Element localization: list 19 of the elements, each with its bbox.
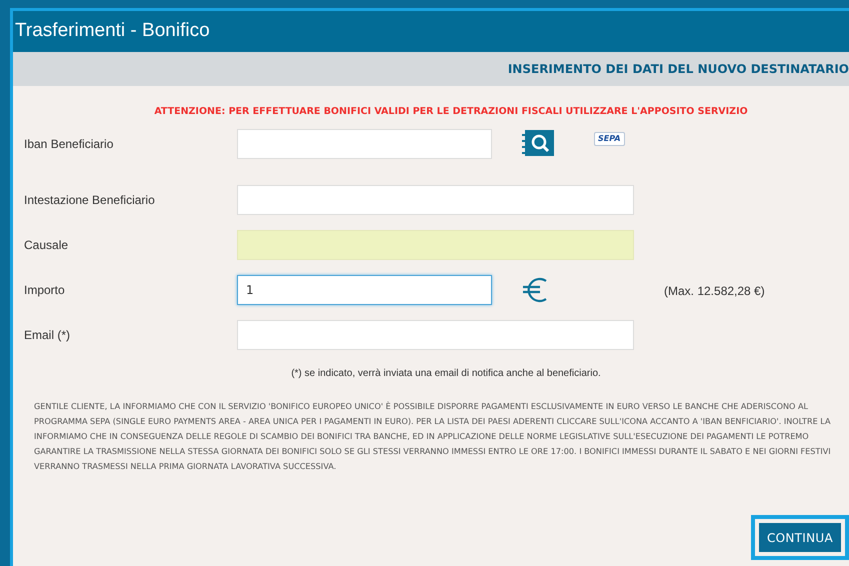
max-amount-note: (Max. 12.582,28 €) bbox=[664, 283, 765, 300]
field-label: Causale bbox=[24, 237, 70, 254]
field-label: Intestazione Beneficiario bbox=[24, 192, 156, 210]
input-field[interactable] bbox=[237, 320, 634, 350]
field-label: Email (*) bbox=[24, 327, 72, 344]
sepa-logo: SEPA bbox=[594, 132, 625, 146]
search-icon[interactable] bbox=[522, 130, 554, 156]
input-field[interactable] bbox=[237, 185, 634, 216]
window-title: Trasferimenti - Bonifico bbox=[15, 19, 210, 44]
warning-text: ATTENZIONE: PER EFFETTUARE BONIFICI VALIDI PER LE DETRAZIONI FISCALI UTILIZZARE L'APPOSITO SERVIZIO bbox=[153, 105, 748, 119]
field-label: Iban Beneficiario bbox=[24, 136, 114, 154]
section-header: INSERIMENTO DEI DATI DEL NUOVO DESTINATARIO bbox=[508, 61, 849, 78]
input-field[interactable] bbox=[237, 230, 634, 260]
field-label: Importo bbox=[24, 282, 66, 300]
info-text: GENTILE CLIENTE, LA INFORMIAMO CHE CON IL SERVIZIO 'BONIFICO EUROPEO UNICO' È POSSIBILE DISPORRE PAGAMENTI ESCLUSIVAMENTE IN EURO VERSO LE BANCHE CHE ADERISCONO AL PROGRAMMA SEPA (SINGLE EURO PAYMENTS AREA - AREA UNICA PER I PAGAMENTI IN EURO). PER LA LISTA DEI PAESI ADERENTI CLICCARE SULL'ICONA ACCANTO A 'IBAN BENFICIARIO'. INOLTRE LA INFORMIAMO CHE IN CONSEGUENZA DELLE REGOLE DI SCAMBIO DEI BONIFICI TRA BANCHE, ED IN APPLICAZIONE DELLE NORME LEGISLATIVE SULL'ESECUZIONE DEI PAGAMENTI LE POTREMO GARANTIRE LA TRASMISSIONE NELLA STESSA GIORNATA DEI BONIFICI SOLO SE GLI STESSI VERRANNO IMMESSI ENTRO LE ORE 17:00. I BONIFICI IMMESSI DURANTE IL SABATO E NEI GIORNI FESTIVI VERRANNO TRASMESSI NELLA PRIMA GIORNATA LAVORATIVA SUCCESSIVA. bbox=[34, 400, 832, 474]
continue-button[interactable]: CONTINUA bbox=[758, 523, 841, 552]
footnote: (*) se indicato, verrà inviata una email di notifica anche al beneficiario. bbox=[291, 367, 601, 382]
input-field[interactable]: 1 bbox=[237, 275, 492, 306]
input-field[interactable] bbox=[237, 129, 492, 160]
